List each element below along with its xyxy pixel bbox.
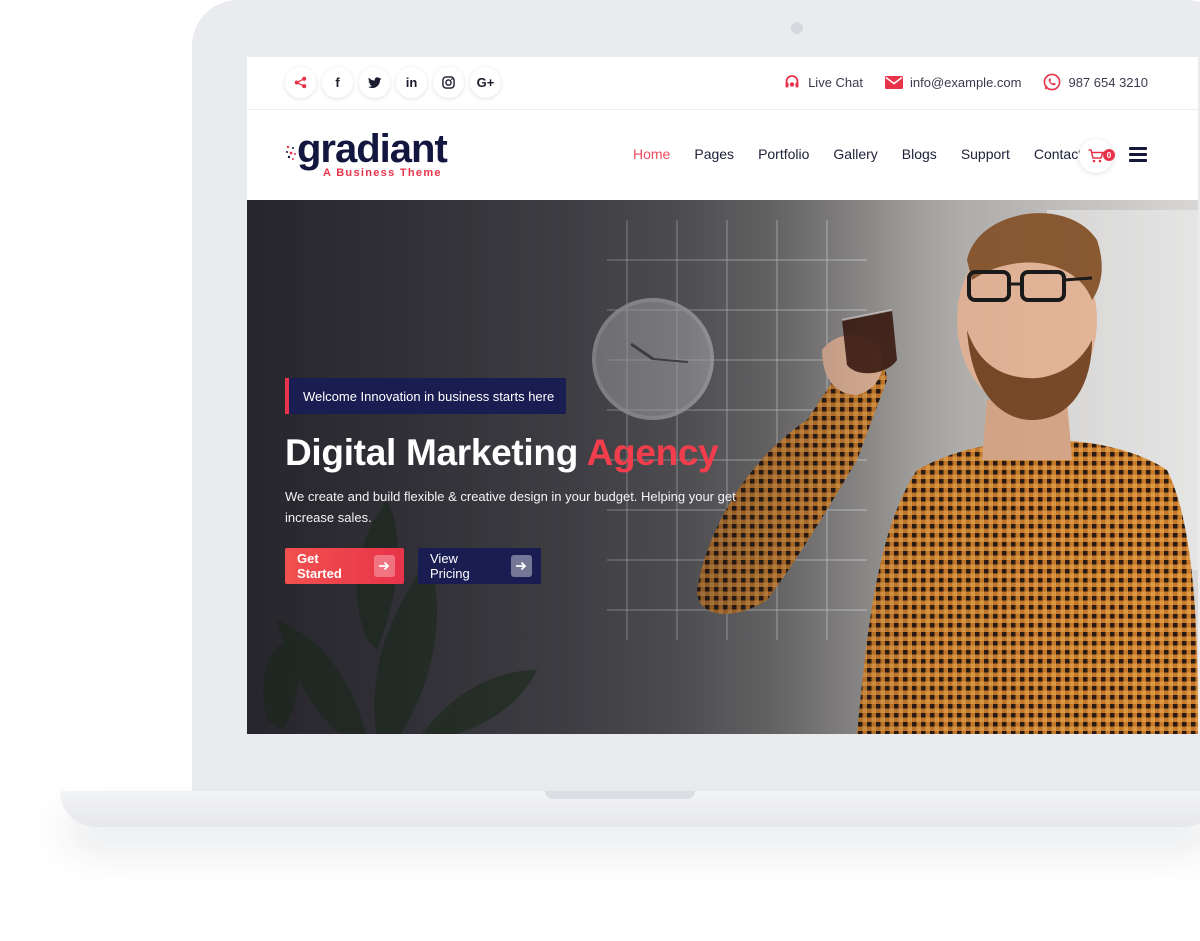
share-icon[interactable] xyxy=(285,67,316,98)
linkedin-icon[interactable]: in xyxy=(396,67,427,98)
nav-item-portfolio[interactable]: Portfolio xyxy=(746,146,821,162)
view-pricing-button[interactable]: View Pricing xyxy=(418,548,541,584)
cart-button[interactable]: 0 xyxy=(1079,139,1115,173)
envelope-icon xyxy=(885,73,903,91)
browser-screen: f in G+ Live Chat info@example.com 987 6… xyxy=(247,57,1198,734)
social-links: f in G+ xyxy=(285,67,501,98)
whatsapp-icon xyxy=(1043,73,1061,91)
facebook-icon[interactable]: f xyxy=(322,67,353,98)
headset-icon xyxy=(783,73,801,91)
nav-menu: Home Pages Portfolio Gallery Blogs Suppo… xyxy=(621,146,1094,162)
email-link[interactable]: info@example.com xyxy=(885,73,1021,91)
brand-name: gradiant xyxy=(297,127,448,171)
nav-item-support[interactable]: Support xyxy=(949,146,1022,162)
cart-count-badge: 0 xyxy=(1103,149,1115,161)
logo-dots-icon xyxy=(286,145,296,160)
contact-info: Live Chat info@example.com 987 654 3210 xyxy=(783,73,1148,91)
nav-item-pages[interactable]: Pages xyxy=(682,146,746,162)
main-navbar: gradiant A Business Theme Home Pages Por… xyxy=(247,110,1198,200)
twitter-icon[interactable] xyxy=(359,67,390,98)
get-started-label: Get Started xyxy=(297,551,342,581)
menu-toggle-icon[interactable] xyxy=(1129,147,1147,163)
live-chat-label: Live Chat xyxy=(808,74,863,90)
live-chat-link[interactable]: Live Chat xyxy=(783,73,863,91)
nav-item-blogs[interactable]: Blogs xyxy=(890,146,949,162)
phone-link[interactable]: 987 654 3210 xyxy=(1043,73,1148,91)
arrow-right-icon xyxy=(510,555,532,577)
brand-tagline: A Business Theme xyxy=(323,167,442,179)
hero-title-main: Digital Marketing xyxy=(285,432,578,473)
arrow-right-icon xyxy=(374,555,395,577)
camera-dot xyxy=(791,22,803,34)
email-text: info@example.com xyxy=(910,74,1022,90)
get-started-button[interactable]: Get Started xyxy=(285,548,404,584)
instagram-icon[interactable] xyxy=(433,67,464,98)
nav-item-home[interactable]: Home xyxy=(621,146,682,162)
phone-text: 987 654 3210 xyxy=(1068,74,1148,90)
hero-description: We create and build flexible & creative … xyxy=(285,489,736,525)
hero-section: Welcome Innovation in business starts he… xyxy=(247,200,1198,734)
cart-icon xyxy=(1088,149,1104,163)
nav-item-gallery[interactable]: Gallery xyxy=(821,146,889,162)
top-bar: f in G+ Live Chat info@example.com 987 6… xyxy=(247,57,1198,110)
hero-eyebrow: Welcome Innovation in business starts he… xyxy=(285,378,567,414)
hero-title: Digital Marketing Agency xyxy=(285,432,805,474)
hero-buttons: Get Started View Pricing xyxy=(285,548,805,584)
view-pricing-label: View Pricing xyxy=(430,551,470,581)
hero-content: Welcome Innovation in business starts he… xyxy=(285,378,805,584)
hero-title-accent: Agency xyxy=(586,432,719,473)
google-plus-icon[interactable]: G+ xyxy=(470,67,501,98)
laptop-notch xyxy=(545,791,695,799)
